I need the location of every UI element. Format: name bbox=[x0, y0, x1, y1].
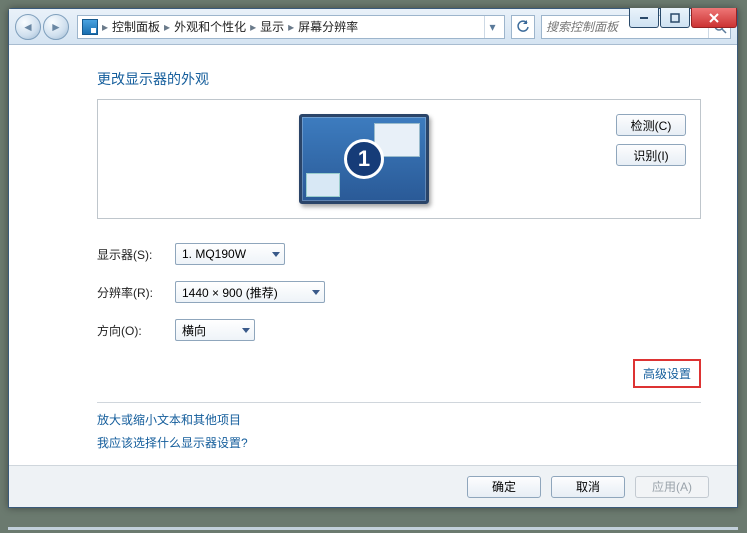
help-link[interactable]: 我应该选择什么显示器设置? bbox=[97, 434, 701, 451]
resolution-label: 分辨率(R): bbox=[97, 284, 161, 301]
advanced-settings-link[interactable]: 高级设置 bbox=[633, 359, 701, 388]
monitor-number: 1 bbox=[344, 139, 384, 179]
breadcrumb-item[interactable]: 外观和个性化 bbox=[174, 18, 246, 35]
breadcrumb[interactable]: ▸ 控制面板 ▸ 外观和个性化 ▸ 显示 ▸ 屏幕分辨率 ▾ bbox=[77, 15, 505, 39]
dialog-footer: 确定 取消 应用(A) bbox=[9, 465, 737, 507]
chevron-down-icon bbox=[312, 290, 320, 295]
display-select[interactable]: 1. MQ190W bbox=[175, 243, 285, 265]
cancel-button[interactable]: 取消 bbox=[551, 476, 625, 498]
orientation-label: 方向(O): bbox=[97, 322, 161, 339]
window: ◄ ► ▸ 控制面板 ▸ 外观和个性化 ▸ 显示 ▸ 屏幕分辨率 ▾ 更改显示器… bbox=[8, 8, 738, 508]
detect-button[interactable]: 检测(C) bbox=[616, 114, 686, 136]
monitor-thumbnail[interactable]: 1 bbox=[299, 114, 429, 204]
display-value: 1. MQ190W bbox=[182, 247, 264, 261]
resolution-select[interactable]: 1440 × 900 (推荐) bbox=[175, 281, 325, 303]
content-pane: 更改显示器的外观 1 检测(C) 识别(I) 显示器(S): 1. MQ190W bbox=[9, 45, 737, 507]
breadcrumb-sep: ▸ bbox=[102, 20, 108, 34]
chevron-down-icon bbox=[272, 252, 280, 257]
ok-button[interactable]: 确定 bbox=[467, 476, 541, 498]
page-title: 更改显示器的外观 bbox=[97, 69, 701, 89]
maximize-button[interactable] bbox=[660, 8, 690, 28]
close-button[interactable] bbox=[691, 8, 737, 28]
breadcrumb-dropdown[interactable]: ▾ bbox=[484, 16, 500, 38]
refresh-button[interactable] bbox=[511, 15, 535, 39]
chevron-down-icon bbox=[242, 328, 250, 333]
settings-form: 显示器(S): 1. MQ190W 分辨率(R): 1440 × 900 (推荐… bbox=[97, 243, 701, 341]
minimize-button[interactable] bbox=[629, 8, 659, 28]
text-size-link[interactable]: 放大或缩小文本和其他项目 bbox=[97, 411, 701, 428]
breadcrumb-item[interactable]: 控制面板 bbox=[112, 18, 160, 35]
taskbar-glyph bbox=[306, 173, 340, 197]
forward-button[interactable]: ► bbox=[43, 14, 69, 40]
orientation-select[interactable]: 横向 bbox=[175, 319, 255, 341]
window-controls bbox=[628, 8, 737, 30]
control-panel-icon bbox=[82, 19, 98, 35]
apply-button: 应用(A) bbox=[635, 476, 709, 498]
display-preview: 1 检测(C) 识别(I) bbox=[97, 99, 701, 219]
window-shadow bbox=[8, 527, 738, 530]
resolution-value: 1440 × 900 (推荐) bbox=[182, 284, 296, 301]
breadcrumb-item[interactable]: 屏幕分辨率 bbox=[298, 18, 358, 35]
back-button[interactable]: ◄ bbox=[15, 14, 41, 40]
breadcrumb-item[interactable]: 显示 bbox=[260, 18, 284, 35]
orientation-value: 横向 bbox=[182, 322, 224, 339]
monitor-area: 1 bbox=[112, 114, 616, 204]
identify-button[interactable]: 识别(I) bbox=[616, 144, 686, 166]
divider bbox=[97, 402, 701, 403]
display-label: 显示器(S): bbox=[97, 246, 161, 263]
